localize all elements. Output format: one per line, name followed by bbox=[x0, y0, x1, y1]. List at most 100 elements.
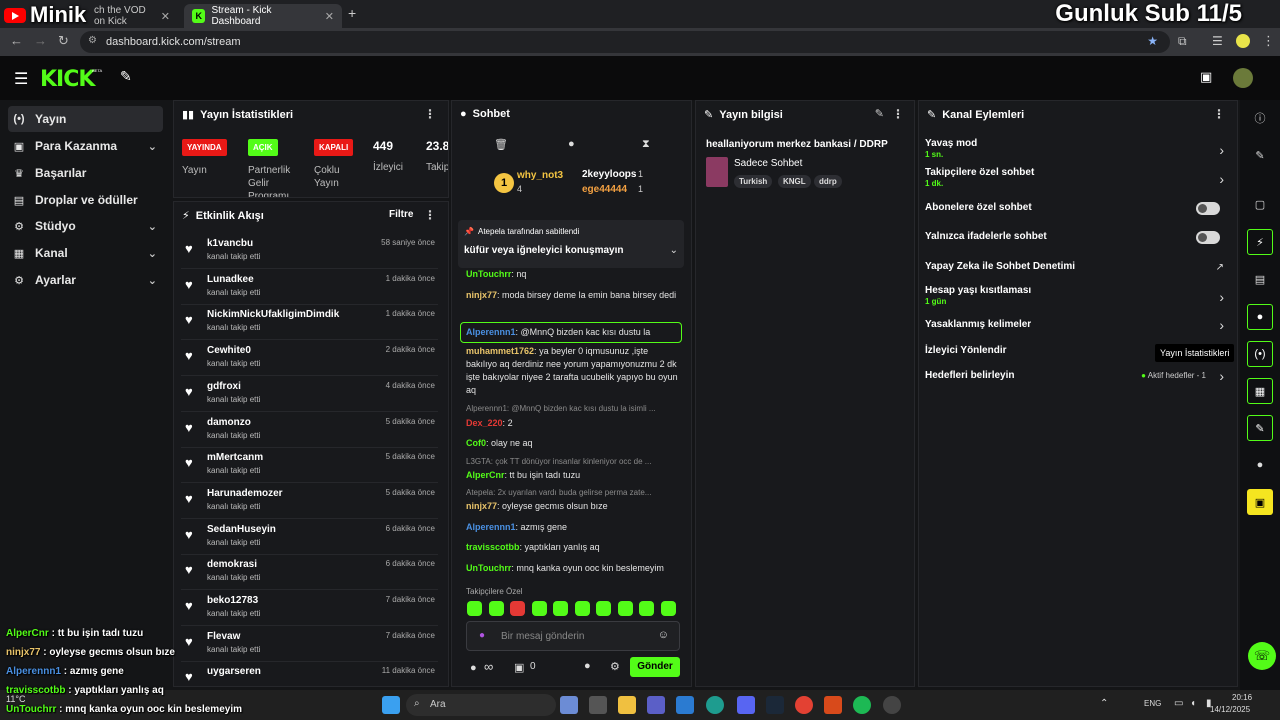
obs-icon[interactable] bbox=[883, 696, 901, 714]
clock-date[interactable]: 14/12/2025 bbox=[1210, 705, 1250, 714]
more-options-icon[interactable]: ⋮ bbox=[1213, 107, 1225, 121]
clip-icon[interactable]: ▢ bbox=[1247, 191, 1273, 217]
chat-message[interactable]: AlperCnr: tt bu işin tadı tuzu bbox=[466, 469, 680, 482]
network-icon[interactable]: ▭ bbox=[1174, 698, 1183, 709]
profile-avatar[interactable] bbox=[1236, 34, 1250, 48]
activity-item[interactable]: ♥ damonzo kanalı takip etti 5 dakika önce bbox=[181, 414, 441, 448]
chat-username[interactable]: ninjx77 bbox=[466, 501, 497, 511]
spotify-icon[interactable] bbox=[853, 696, 871, 714]
chrome-icon[interactable] bbox=[795, 696, 813, 714]
chat-bubble-icon[interactable]: ● bbox=[568, 138, 575, 150]
nav-item-basarilar[interactable]: ♛ Başarılar bbox=[8, 160, 163, 186]
chevron-down-icon[interactable]: ⌄ bbox=[670, 245, 678, 256]
back-icon[interactable]: ← bbox=[10, 33, 23, 48]
chat-message[interactable]: UnTouchrr: nq bbox=[466, 268, 680, 281]
activity-item[interactable]: ♥ Cewhite0 kanalı takip etti 2 dakika önce bbox=[181, 342, 441, 376]
account-age-row[interactable]: Hesap yaşı kısıtlaması 1 gün › bbox=[925, 285, 1230, 306]
lightning-icon[interactable]: ⚡ bbox=[1247, 229, 1273, 255]
volume-icon[interactable]: ◖ bbox=[1190, 698, 1196, 709]
chat-message[interactable]: travisscotbb: yaptıkları yanlış aq bbox=[466, 541, 680, 554]
activity-item[interactable]: ♥ demokrasi kanalı takip etti 6 dakika önce bbox=[181, 556, 441, 590]
edge-icon[interactable] bbox=[706, 696, 724, 714]
nav-item-yayin[interactable]: (•) Yayın bbox=[8, 106, 163, 132]
nav-item-ayarlar[interactable]: ⚙ Ayarlar ⌄ bbox=[8, 267, 163, 293]
store-icon[interactable] bbox=[589, 696, 607, 714]
reload-icon[interactable]: ↻ bbox=[58, 33, 69, 49]
chat-icon[interactable]: ● bbox=[1247, 304, 1273, 330]
help-chat-button[interactable]: ☏ bbox=[1248, 642, 1276, 670]
chat-message[interactable]: ninjx77: moda birsey deme la emin bana b… bbox=[466, 289, 680, 302]
emote-icon[interactable] bbox=[488, 601, 504, 616]
nav-item-droplar[interactable]: ▤ Droplar ve ödüller bbox=[8, 187, 163, 213]
tools-icon[interactable]: ✎ bbox=[120, 68, 132, 85]
clapper-icon[interactable]: ▣ bbox=[1247, 489, 1273, 515]
more-options-icon[interactable]: ⋮ bbox=[424, 208, 436, 222]
info-icon[interactable]: ⓘ bbox=[1247, 105, 1273, 131]
chat-message[interactable]: Alperennn1: @MnnQ bizden kac kısı dustu … bbox=[460, 322, 682, 343]
forward-icon[interactable]: → bbox=[34, 33, 47, 48]
discord-icon[interactable] bbox=[737, 696, 755, 714]
new-tab-button[interactable]: + bbox=[348, 5, 356, 21]
activity-item[interactable]: ♥ beko12783 kanalı takip etti 7 dakika önce bbox=[181, 592, 441, 626]
nav-item-kanal[interactable]: ▦ Kanal ⌄ bbox=[8, 240, 163, 266]
slow-mode-row[interactable]: Yavaş mod 1 sn. › bbox=[925, 138, 1230, 159]
emote-icon[interactable] bbox=[553, 601, 568, 616]
emote-chat-row[interactable]: Yalnızca ifadelerle sohbet bbox=[925, 231, 1230, 244]
language-indicator[interactable]: ENG bbox=[1144, 699, 1161, 708]
followers-chat-row[interactable]: Takipçilere özel sohbet 1 dk. › bbox=[925, 167, 1230, 188]
mail-icon[interactable] bbox=[676, 696, 694, 714]
chat-username[interactable]: Cof0 bbox=[466, 438, 486, 448]
reply-context[interactable]: Alperennn1: @MnnQ bizden kac kısı dustu … bbox=[466, 404, 680, 413]
chat-username[interactable]: AlperCnr bbox=[466, 470, 505, 480]
browser-menu-icon[interactable]: ⋮ bbox=[1262, 33, 1275, 49]
activity-item[interactable]: ♥ Harunademozer kanalı takip etti 5 dakika … bbox=[181, 485, 441, 519]
chat-username[interactable]: Dex_220 bbox=[466, 418, 503, 428]
mic-icon[interactable]: ● bbox=[479, 630, 485, 641]
more-options-icon[interactable]: ⋮ bbox=[892, 107, 904, 121]
chat-message[interactable]: Cof0: olay ne aq bbox=[466, 437, 680, 450]
banned-words-row[interactable]: Yasaklanmış kelimeler › bbox=[925, 317, 1230, 333]
vlc-icon[interactable] bbox=[824, 696, 842, 714]
edit-icon[interactable]: ✎ bbox=[875, 107, 884, 120]
extensions-icon[interactable]: ⧉ bbox=[1178, 34, 1187, 49]
browser-tab-dashboard[interactable]: K Stream - Kick Dashboard ✕ bbox=[184, 4, 342, 28]
chat-username[interactable]: Alperennn1 bbox=[466, 522, 516, 532]
goals-row[interactable]: Hedefleri belirleyin ● Aktif hedefler - … bbox=[925, 368, 1230, 384]
reading-list-icon[interactable]: ☰ bbox=[1212, 34, 1223, 48]
windows-start-icon[interactable] bbox=[382, 696, 400, 714]
dashboard-icon[interactable]: ▦ bbox=[1247, 378, 1273, 404]
wrench-icon[interactable]: ✎ bbox=[1247, 415, 1273, 441]
clock-time[interactable]: 20:16 bbox=[1232, 693, 1252, 702]
broadcast-icon[interactable]: (•) bbox=[1247, 341, 1273, 367]
emote-icon[interactable] bbox=[531, 601, 547, 616]
activity-item[interactable]: ♥ Flevaw kanalı takip etti 7 dakika önce bbox=[181, 628, 441, 662]
activity-item[interactable]: ♥ mMertcanm kanalı takip etti 5 dakika önce bbox=[181, 449, 441, 483]
close-tab-icon[interactable]: ✕ bbox=[325, 10, 334, 23]
chat-message[interactable]: Dex_220: 2 bbox=[466, 417, 680, 430]
notes-icon[interactable]: ▤ bbox=[1247, 266, 1273, 292]
activity-item[interactable]: ♥ SedanHuseyin kanalı takip etti 6 dakika ö… bbox=[181, 521, 441, 555]
subs-chat-row[interactable]: Abonelere özel sohbet bbox=[925, 202, 1230, 215]
chat-message[interactable]: muhammet1762: ya beyler 0 iqmusunuz ,işt… bbox=[466, 345, 680, 397]
chat-username[interactable]: UnTouchrr bbox=[466, 269, 511, 279]
pinned-message[interactable]: 📌 Atepela tarafından sabitlendi küfür ve… bbox=[458, 220, 684, 268]
emote-icon[interactable] bbox=[467, 601, 482, 616]
hamburger-menu-icon[interactable]: ☰ bbox=[14, 69, 28, 89]
edit-icon[interactable]: ✎ bbox=[1247, 142, 1273, 168]
teams-icon[interactable] bbox=[647, 696, 665, 714]
nav-item-studyo[interactable]: ⚙ Stüdyo ⌄ bbox=[8, 213, 163, 239]
emote-icon[interactable] bbox=[617, 601, 633, 616]
chat-message[interactable]: Alperennn1: azmış gene bbox=[466, 521, 680, 534]
chat-username[interactable]: Alperennn1 bbox=[466, 327, 516, 337]
widgets-icon[interactable] bbox=[560, 696, 578, 714]
send-button[interactable]: Gönder bbox=[630, 657, 680, 677]
emote-chat-toggle[interactable] bbox=[1196, 231, 1220, 244]
reply-context[interactable]: Atepela: 2x uyarılan vardı buda gelirse … bbox=[466, 488, 680, 497]
more-options-icon[interactable]: ⋮ bbox=[424, 107, 436, 121]
emote-icon[interactable] bbox=[510, 601, 525, 616]
user-avatar[interactable] bbox=[1233, 68, 1253, 88]
site-info-icon[interactable]: ⚙ bbox=[88, 35, 97, 46]
emoji-icon[interactable]: ☺ bbox=[658, 629, 669, 641]
chat-message-input[interactable]: ● Bir mesaj gönderin ☺ bbox=[466, 621, 680, 651]
file-explorer-icon[interactable] bbox=[618, 696, 636, 714]
